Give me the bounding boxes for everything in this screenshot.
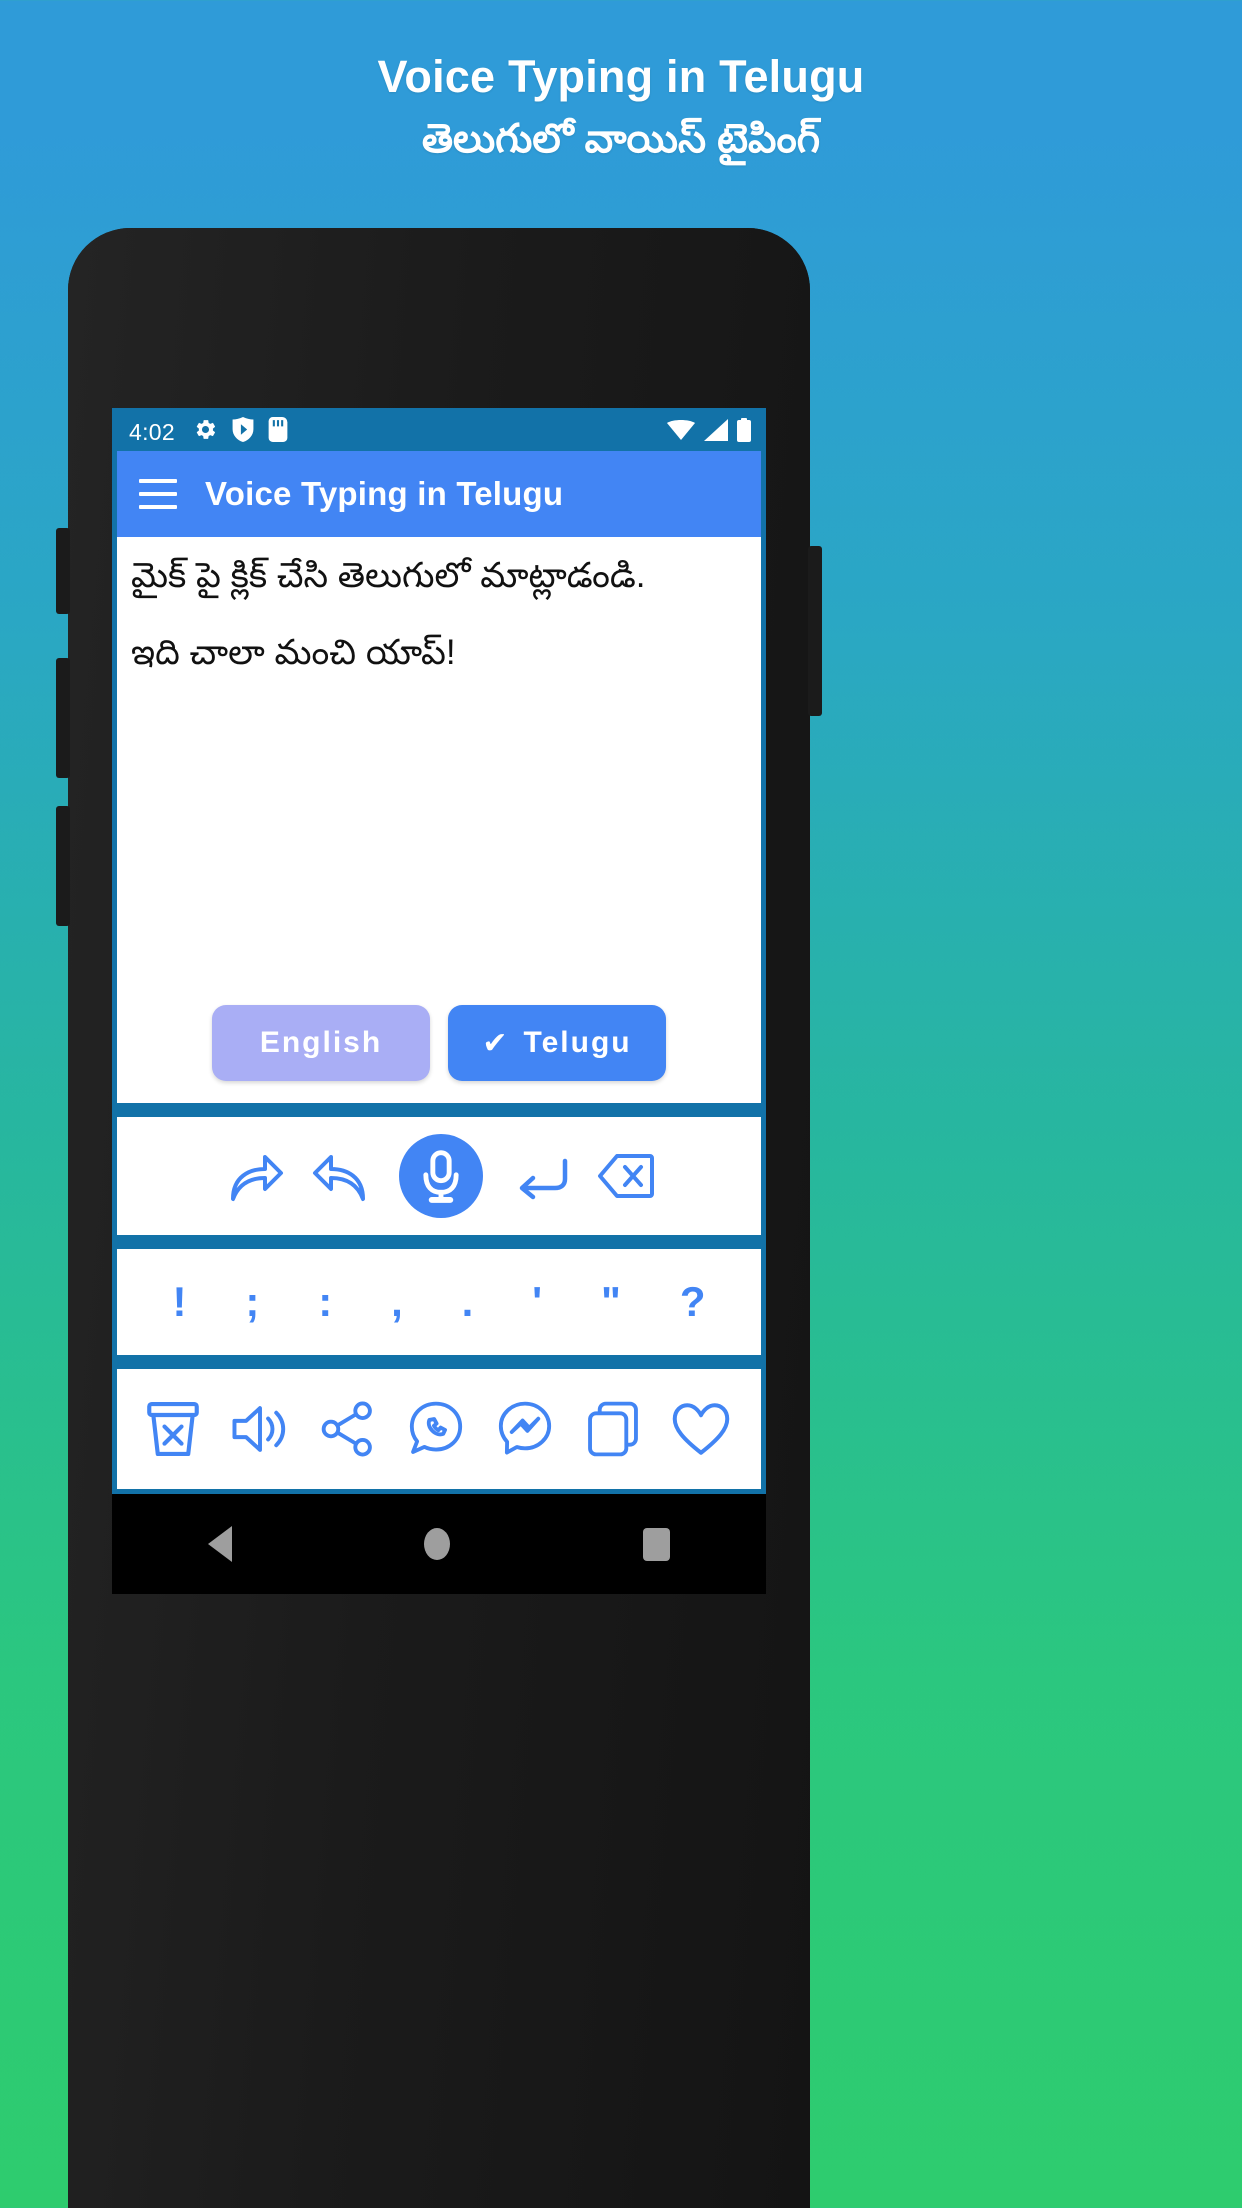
divider-1 xyxy=(117,1103,761,1117)
divider-2 xyxy=(117,1235,761,1249)
actions-row xyxy=(117,1369,761,1489)
back-icon[interactable] xyxy=(208,1526,233,1562)
wifi-icon xyxy=(667,419,695,446)
check-icon: ✔ xyxy=(482,1026,510,1060)
app-title: Voice Typing in Telugu xyxy=(205,475,564,512)
undo-icon[interactable] xyxy=(311,1147,373,1205)
messenger-icon[interactable] xyxy=(496,1400,554,1458)
punct-key-semicolon[interactable]: ; xyxy=(245,1281,259,1323)
language-toggle-group: English ✔ Telugu xyxy=(131,1005,747,1103)
phone-power-button xyxy=(808,546,822,716)
punct-key-colon[interactable]: : xyxy=(318,1281,332,1323)
status-bar: 4:02 xyxy=(117,413,761,451)
punct-key-period[interactable]: . xyxy=(462,1281,474,1323)
promo-title: Voice Typing in Telugu xyxy=(377,51,865,102)
microphone-button[interactable] xyxy=(399,1134,483,1218)
promo-subtitle: తెలుగులో వాయిస్ టైపింగ్ xyxy=(421,117,821,162)
language-button-english[interactable]: English xyxy=(212,1005,430,1081)
signal-icon xyxy=(704,418,728,446)
hamburger-menu-icon[interactable] xyxy=(139,479,177,509)
promo-headline: Voice Typing in Telugu తెలుగులో వాయిస్ ట… xyxy=(0,50,1242,165)
share-icon[interactable] xyxy=(320,1401,376,1457)
text-editor[interactable]: మైక్ పై క్లిక్ చేసి తెలుగులో మాట్లాడండి.… xyxy=(117,537,761,1103)
recents-icon[interactable] xyxy=(642,1527,670,1561)
delete-icon[interactable] xyxy=(146,1401,200,1457)
app-bar: Voice Typing in Telugu xyxy=(117,451,761,537)
phone-mockup: 4:02 Voice Typing in Telugu మైక్ పై క్లి… xyxy=(56,228,822,2208)
phone-volume-down-button xyxy=(56,806,70,926)
copy-icon[interactable] xyxy=(585,1400,641,1458)
editor-line-1: మైక్ పై క్లిక్ చేసి తెలుగులో మాట్లాడండి. xyxy=(131,556,646,595)
language-label-telugu: Telugu xyxy=(523,1026,632,1059)
voice-toolbar xyxy=(117,1117,761,1235)
punct-key-question[interactable]: ? xyxy=(680,1281,706,1323)
redo-icon[interactable] xyxy=(223,1147,285,1205)
language-label-english: English xyxy=(259,1026,383,1059)
phone-side-button-left-1 xyxy=(56,528,70,614)
phone-volume-up-button xyxy=(56,658,70,778)
phone-screen: 4:02 Voice Typing in Telugu మైక్ పై క్లి… xyxy=(112,408,766,1494)
heart-icon[interactable] xyxy=(671,1401,731,1457)
backspace-icon[interactable] xyxy=(597,1150,655,1202)
battery-icon xyxy=(737,417,751,447)
microphone-icon[interactable] xyxy=(399,1134,483,1218)
editor-line-2: ఇది చాలా మంచి యాప్! xyxy=(131,632,456,672)
punct-key-comma[interactable]: , xyxy=(391,1281,403,1323)
sd-card-icon xyxy=(268,417,288,447)
punct-key-apostrophe[interactable]: ' xyxy=(532,1281,542,1323)
status-time: 4:02 xyxy=(129,418,175,445)
language-button-telugu[interactable]: ✔ Telugu xyxy=(448,1005,666,1081)
home-icon[interactable] xyxy=(424,1528,451,1560)
gear-icon xyxy=(193,417,218,447)
divider-3 xyxy=(117,1355,761,1369)
android-nav-bar xyxy=(112,1494,766,1594)
shield-play-icon xyxy=(232,417,254,447)
punctuation-row: ! ; : , . ' " ? xyxy=(117,1249,761,1355)
punct-key-quote[interactable]: " xyxy=(601,1281,621,1323)
punct-key-exclamation[interactable]: ! xyxy=(172,1281,186,1323)
whatsapp-icon[interactable] xyxy=(407,1400,465,1458)
speaker-icon[interactable] xyxy=(231,1403,289,1455)
enter-icon[interactable] xyxy=(509,1151,571,1201)
